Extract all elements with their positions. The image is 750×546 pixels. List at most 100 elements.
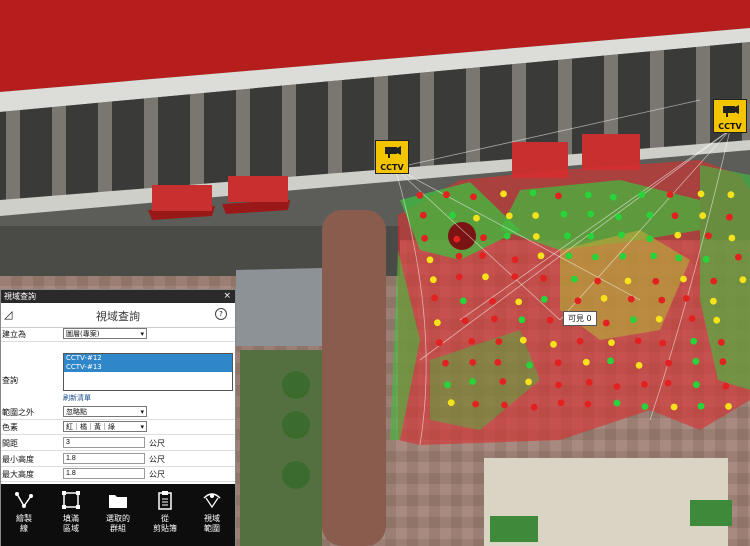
- sample-point[interactable]: [650, 252, 658, 260]
- sample-point[interactable]: [635, 362, 643, 369]
- sample-point[interactable]: [674, 231, 682, 239]
- sample-point[interactable]: [585, 378, 593, 386]
- panel-titlebar[interactable]: 視域查詢 ×: [1, 290, 235, 303]
- sample-point[interactable]: [540, 275, 547, 282]
- cctv-marker[interactable]: CCTV: [375, 140, 409, 174]
- sample-point[interactable]: [550, 340, 557, 348]
- sample-point[interactable]: [641, 403, 649, 410]
- sample-point[interactable]: [726, 213, 733, 221]
- sample-point[interactable]: [525, 378, 532, 386]
- sample-point[interactable]: [659, 339, 667, 347]
- sample-point[interactable]: [646, 235, 654, 243]
- sample-point[interactable]: [576, 337, 584, 345]
- sample-point[interactable]: [532, 212, 539, 219]
- sample-point[interactable]: [619, 252, 627, 260]
- sample-point[interactable]: [449, 211, 456, 219]
- sample-point[interactable]: [537, 252, 545, 260]
- sample-point[interactable]: [554, 359, 562, 367]
- sample-point[interactable]: [688, 315, 696, 322]
- sample-point[interactable]: [600, 294, 608, 302]
- sample-point[interactable]: [618, 231, 625, 239]
- sample-point[interactable]: [564, 232, 571, 240]
- sample-point[interactable]: [501, 401, 508, 409]
- sample-point[interactable]: [565, 252, 573, 260]
- sample-point[interactable]: [436, 339, 443, 346]
- sample-point[interactable]: [416, 191, 424, 199]
- sample-point[interactable]: [728, 234, 736, 242]
- min-height-input[interactable]: [63, 453, 145, 464]
- sample-point[interactable]: [666, 191, 674, 199]
- spacing-input[interactable]: [63, 437, 145, 448]
- sample-point[interactable]: [500, 190, 507, 198]
- sample-point[interactable]: [665, 359, 673, 367]
- sample-point[interactable]: [699, 212, 707, 220]
- out-of-range-select[interactable]: 忽略點 ▾: [63, 406, 147, 417]
- sample-point[interactable]: [602, 319, 610, 327]
- sample-point[interactable]: [646, 211, 654, 219]
- sample-point[interactable]: [503, 232, 511, 240]
- sample-point[interactable]: [664, 379, 672, 387]
- help-icon[interactable]: ?: [215, 308, 227, 320]
- sample-point[interactable]: [491, 315, 498, 323]
- view-range-button[interactable]: 視域 範圍: [189, 484, 235, 546]
- sample-point[interactable]: [574, 297, 582, 305]
- sample-point[interactable]: [557, 399, 565, 407]
- sample-point[interactable]: [518, 316, 526, 324]
- sample-point[interactable]: [455, 273, 463, 281]
- sample-point[interactable]: [459, 297, 467, 305]
- sample-point[interactable]: [426, 256, 434, 264]
- sample-point[interactable]: [519, 336, 527, 344]
- sample-point[interactable]: [671, 212, 679, 220]
- sample-point[interactable]: [722, 382, 730, 390]
- sample-point[interactable]: [480, 234, 487, 242]
- sample-point[interactable]: [434, 319, 441, 327]
- sample-point[interactable]: [431, 294, 438, 302]
- sample-point[interactable]: [652, 277, 660, 285]
- sample-point[interactable]: [682, 295, 690, 302]
- sample-point[interactable]: [453, 235, 461, 243]
- sample-point[interactable]: [511, 256, 519, 264]
- sample-point[interactable]: [555, 192, 562, 200]
- sample-point[interactable]: [710, 277, 718, 285]
- sample-point[interactable]: [469, 378, 476, 385]
- sample-point[interactable]: [697, 402, 705, 410]
- sample-point[interactable]: [670, 403, 678, 411]
- sample-point[interactable]: [494, 359, 502, 366]
- list-item[interactable]: CCTV-#12: [64, 354, 232, 363]
- query-list[interactable]: CCTV-#12 CCTV-#13: [63, 353, 233, 391]
- sample-point[interactable]: [571, 275, 578, 283]
- sample-point[interactable]: [482, 273, 489, 281]
- sample-point[interactable]: [511, 273, 519, 280]
- sample-point[interactable]: [429, 276, 437, 284]
- sample-point[interactable]: [442, 359, 449, 367]
- sample-point[interactable]: [469, 359, 477, 366]
- sample-point[interactable]: [444, 381, 451, 389]
- refresh-list-link[interactable]: 刷新清單: [63, 393, 91, 403]
- sample-point[interactable]: [419, 211, 427, 219]
- sample-point[interactable]: [529, 189, 537, 197]
- sample-point[interactable]: [710, 297, 717, 305]
- sample-point[interactable]: [515, 298, 523, 306]
- sample-point[interactable]: [443, 191, 450, 199]
- colors-select[interactable]: 紅｜橘｜黃｜綠 ▾: [63, 421, 147, 432]
- sample-point[interactable]: [530, 403, 538, 411]
- sample-point[interactable]: [479, 252, 486, 259]
- sample-point[interactable]: [584, 400, 592, 408]
- sample-point[interactable]: [472, 400, 480, 408]
- sample-point[interactable]: [560, 210, 568, 218]
- sample-point[interactable]: [713, 316, 721, 324]
- sample-point[interactable]: [587, 232, 595, 240]
- fill-region-button[interactable]: 填滿 區域: [48, 484, 94, 546]
- sample-point[interactable]: [717, 338, 725, 346]
- sample-point[interactable]: [495, 338, 503, 345]
- sample-point[interactable]: [655, 315, 663, 323]
- sample-point[interactable]: [555, 381, 562, 389]
- sample-point[interactable]: [727, 191, 735, 199]
- sample-point[interactable]: [455, 252, 463, 260]
- sample-point[interactable]: [735, 253, 742, 261]
- sample-point[interactable]: [609, 193, 617, 201]
- sample-point[interactable]: [499, 378, 507, 385]
- sample-point[interactable]: [540, 295, 548, 303]
- create-as-select[interactable]: 圖層(專案) ▾: [63, 328, 147, 339]
- from-clipboard-button[interactable]: 從剪貼簿: [142, 484, 188, 546]
